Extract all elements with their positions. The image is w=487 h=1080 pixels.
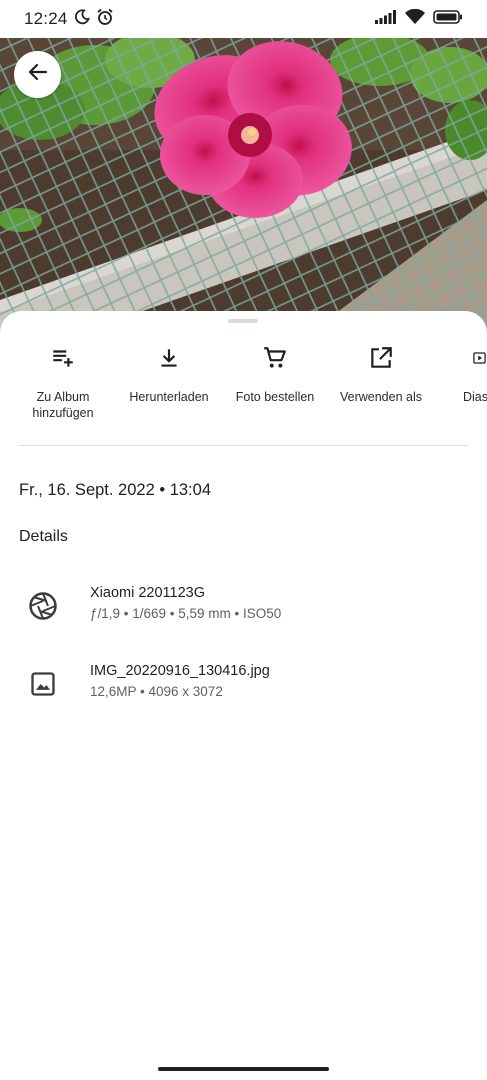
camera-model: Xiaomi 2201123G [90,585,206,601]
status-time: 12:24 [24,9,68,28]
slideshow-icon [432,341,487,375]
details-heading: Details [19,528,68,545]
camera-aperture-icon [28,591,58,621]
date-time[interactable]: Fr., 16. Sept. 2022 • 13:04 [19,481,211,500]
photo-preview[interactable] [0,0,487,340]
battery-icon [433,9,463,29]
signal-icon [375,9,397,29]
use-as-label: Verwenden als [339,390,422,404]
back-button[interactable] [14,51,61,98]
image-icon [28,669,58,699]
file-name: IMG_20220916_130416.jpg [90,663,270,679]
gesture-nav-bar[interactable] [158,1067,329,1071]
alarm-icon [96,8,114,31]
shopping-cart-icon [220,341,330,375]
camera-detail-row: Xiaomi 2201123G ƒ/1,9 • 1/669 • 5,59 mm … [0,585,487,635]
add-to-album-button[interactable]: Zu Album hinzufügen [8,341,118,421]
divider [18,445,468,446]
use-as-button[interactable]: Verwenden als [326,341,436,405]
drag-handle[interactable] [228,319,258,323]
slideshow-button[interactable]: Dias [432,341,487,405]
playlist-add-icon [8,341,118,375]
info-bottom-sheet: Zu Album hinzufügen Herunterladen Foto b… [0,311,487,1080]
slideshow-label: Dias [463,390,487,404]
moon-icon [74,8,90,30]
file-resolution: 12,6MP • 4096 x 3072 [90,684,223,699]
download-icon [114,341,224,375]
download-label: Herunterladen [129,390,209,404]
camera-settings: ƒ/1,9 • 1/669 • 5,59 mm • ISO50 [90,606,282,621]
add-to-album-label: Zu Album hinzufügen [32,390,94,420]
hibiscus-photo [0,0,487,340]
status-bar: 12:24 [0,0,487,38]
order-photo-button[interactable]: Foto bestellen [220,341,330,405]
file-detail-row: IMG_20220916_130416.jpg 12,6MP • 4096 x … [0,663,487,713]
open-in-new-icon [326,341,436,375]
download-button[interactable]: Herunterladen [114,341,224,405]
order-photo-label: Foto bestellen [235,390,315,404]
action-row: Zu Album hinzufügen Herunterladen Foto b… [0,341,487,431]
wifi-icon [405,8,425,30]
arrow-left-icon [26,60,50,89]
